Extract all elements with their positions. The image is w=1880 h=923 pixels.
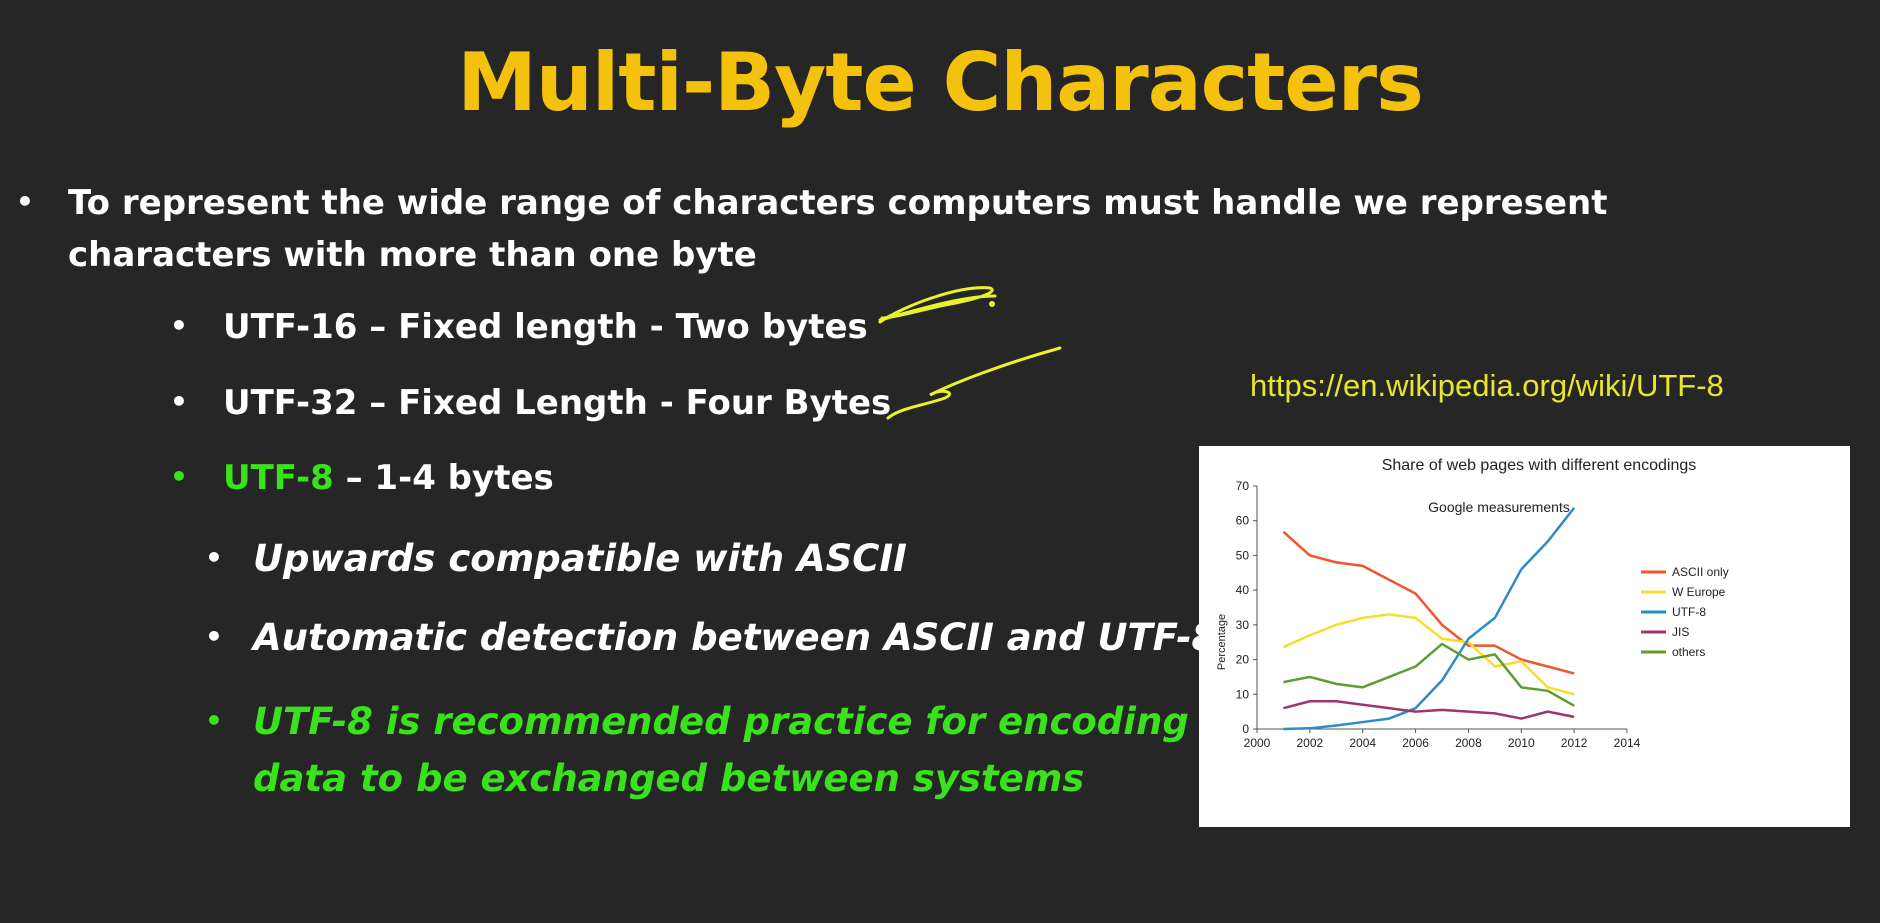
legend-label: JIS (1672, 625, 1689, 639)
x-tick-label: 2010 (1508, 736, 1535, 750)
legend-label: W Europe (1672, 585, 1726, 599)
bullet-recommended-line2: data to be exchanged between systems (253, 757, 1085, 800)
legend-label: ASCII only (1672, 565, 1729, 579)
bullet-utf32-text: UTF-32 – Fixed Length - Four Bytes (223, 383, 892, 423)
legend-label: others (1672, 645, 1705, 659)
chart-subtitle: Google measurements (1428, 499, 1570, 515)
bullet-utf8-text: – 1-4 bytes (333, 458, 554, 498)
y-tick-label: 50 (1236, 548, 1250, 562)
y-tick-label: 70 (1236, 479, 1250, 493)
bullet-utf8: • UTF-8 – 1-4 bytes (170, 458, 554, 498)
bullet-recommended-line1: UTF-8 is recommended practice for encodi… (253, 700, 1189, 743)
chart-svg: Share of web pages with different encodi… (1216, 457, 1729, 750)
y-tick-label: 60 (1236, 514, 1250, 528)
x-tick-label: 2014 (1614, 736, 1641, 750)
bullet-dot: • (205, 541, 223, 574)
bullet-intro-line2: characters with more than one byte (68, 235, 757, 275)
y-tick-label: 30 (1236, 618, 1250, 632)
scribble-utf32 (886, 346, 1062, 420)
x-tick-label: 2002 (1297, 736, 1324, 750)
x-tick-label: 2000 (1244, 736, 1271, 750)
bullet-dot: • (205, 704, 223, 737)
scribble-dot (989, 301, 995, 307)
y-tick-label: 10 (1236, 687, 1250, 701)
encoding-share-chart: Share of web pages with different encodi… (1199, 446, 1850, 827)
series-line-ascii-only (1282, 530, 1575, 675)
bullet-utf16: • UTF-16 – Fixed length - Two bytes (170, 307, 868, 347)
x-tick-label: 2006 (1402, 736, 1429, 750)
series-line-others (1283, 642, 1575, 707)
y-tick-label: 40 (1236, 583, 1250, 597)
scribble-utf16 (878, 286, 997, 324)
bullet-utf16-text: UTF-16 – Fixed length - Two bytes (223, 307, 868, 347)
bullet-dot: • (170, 460, 188, 493)
bullet-utf8-highlight: UTF-8 (223, 458, 334, 498)
bullet-intro-line1: To represent the wide range of character… (68, 183, 1608, 223)
bullet-ascii-compat: • Upwards compatible with ASCII (205, 537, 907, 580)
chart-y-axis-label: Percentage (1216, 614, 1228, 670)
bullet-dot: • (16, 185, 34, 218)
bullet-dot: • (205, 620, 223, 653)
x-tick-label: 2012 (1561, 736, 1588, 750)
series-line-jis (1283, 699, 1575, 720)
y-tick-label: 20 (1236, 653, 1250, 667)
x-tick-label: 2008 (1455, 736, 1482, 750)
chart-title: Share of web pages with different encodi… (1382, 457, 1697, 474)
bullet-ascii-compat-text: Upwards compatible with ASCII (253, 537, 907, 580)
bullet-auto-detect-text: Automatic detection between ASCII and UT… (253, 616, 1218, 659)
chart-series-lines (1282, 507, 1576, 731)
bullet-dot: • (170, 385, 188, 418)
legend-label: UTF-8 (1672, 605, 1706, 619)
bullet-dot: • (170, 309, 188, 342)
bullet-auto-detect: • Automatic detection between ASCII and … (205, 616, 1217, 659)
wikipedia-url[interactable]: https://en.wikipedia.org/wiki/UTF-8 (1250, 368, 1724, 404)
chart-legend: ASCII only W Europe UTF-8 JIS others (1641, 565, 1729, 659)
series-line-utf-8 (1283, 507, 1576, 731)
slide-title: Multi-Byte Characters (457, 36, 1423, 129)
x-tick-label: 2004 (1349, 736, 1376, 750)
bullet-utf32: • UTF-32 – Fixed Length - Four Bytes (170, 383, 891, 423)
y-tick-label: 0 (1242, 722, 1249, 736)
